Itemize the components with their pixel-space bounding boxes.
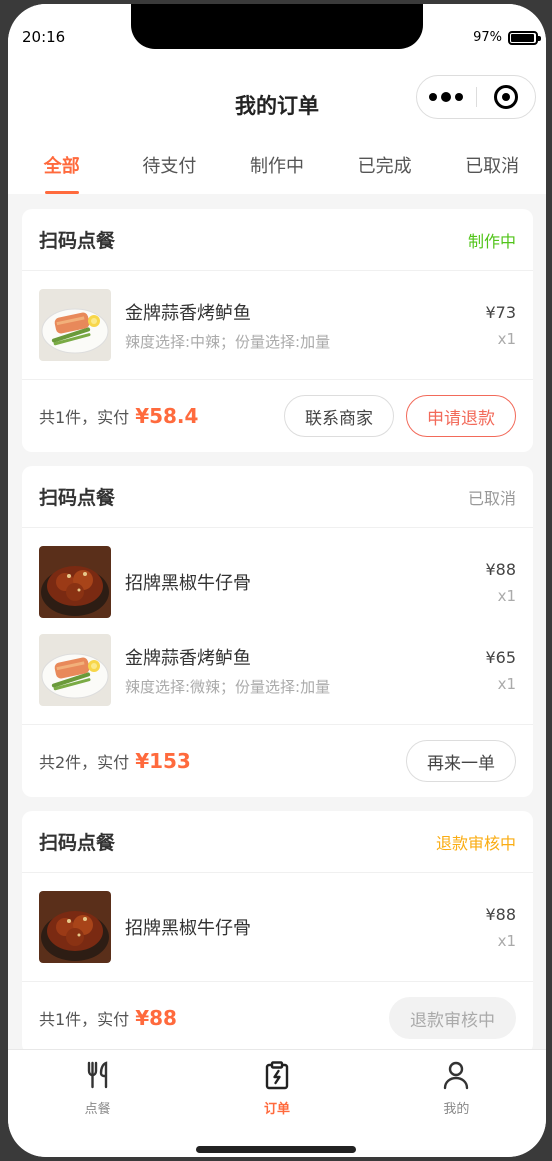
order-card-footer: 共1件，实付 ¥88 退款审核中 xyxy=(22,982,533,1054)
order-item: 金牌蒜香烤鲈鱼 辣度选择:微辣；份量选择:加量 ¥65 x1 xyxy=(39,626,516,714)
order-items[interactable]: 招牌黑椒牛仔骨 ¥88 x1 xyxy=(22,873,533,982)
order-actions: 再来一单 xyxy=(406,740,516,782)
refund-pending-button: 退款审核中 xyxy=(389,997,516,1039)
item-info: 招牌黑椒牛仔骨 xyxy=(111,569,485,595)
order-item: 招牌黑椒牛仔骨 ¥88 x1 xyxy=(39,538,516,626)
order-actions: 退款审核中 xyxy=(389,997,516,1039)
item-spec: 辣度选择:中辣；份量选择:加量 xyxy=(125,332,331,351)
order-card: 扫码点餐 已取消 招牌黑椒牛仔骨 ¥88 x1 金牌蒜香烤鲈鱼 辣度选择:微辣；份量选择:加… xyxy=(22,466,533,797)
order-card-header: 扫码点餐 已取消 xyxy=(22,466,533,528)
tab-0[interactable]: 全部 xyxy=(8,136,116,194)
order-items[interactable]: 金牌蒜香烤鲈鱼 辣度选择:中辣；份量选择:加量 ¥73 x1 xyxy=(22,271,533,380)
order-item: 金牌蒜香烤鲈鱼 辣度选择:中辣；份量选择:加量 ¥73 x1 xyxy=(39,281,516,369)
item-price-block: ¥73 x1 xyxy=(485,303,516,348)
order-card-header: 扫码点餐 退款审核中 xyxy=(22,811,533,873)
beef-rib-dish-image xyxy=(39,546,111,618)
more-menu-icon[interactable] xyxy=(417,92,476,102)
bottom-tab-bar: 点餐 订单 我的 xyxy=(8,1049,546,1157)
item-price-block: ¥88 x1 xyxy=(485,905,516,950)
tab-3[interactable]: 已完成 xyxy=(331,136,439,194)
order-source-title: 扫码点餐 xyxy=(39,832,116,854)
item-quantity: x1 xyxy=(497,586,516,605)
user-icon xyxy=(441,1060,471,1098)
order-summary: 共2件，实付 ¥153 xyxy=(39,749,191,773)
order-item: 招牌黑椒牛仔骨 ¥88 x1 xyxy=(39,883,516,971)
order-status-badge: 已取消 xyxy=(467,488,516,508)
request-refund-button[interactable]: 申请退款 xyxy=(406,395,516,437)
item-name: 金牌蒜香烤鲈鱼 xyxy=(125,647,251,669)
nav-bar: 我的订单 xyxy=(8,70,546,136)
device-notch xyxy=(131,4,423,49)
item-spec: 辣度选择:微辣；份量选择:加量 xyxy=(125,677,331,696)
order-card: 扫码点餐 制作中 金牌蒜香烤鲈鱼 辣度选择:中辣；份量选择:加量 ¥73 x1 共1件，实付… xyxy=(22,209,533,452)
item-name: 招牌黑椒牛仔骨 xyxy=(125,573,251,594)
order-status-badge: 退款审核中 xyxy=(435,833,516,853)
item-price: ¥88 xyxy=(485,904,516,924)
order-card-header: 扫码点餐 制作中 xyxy=(22,209,533,271)
item-info: 招牌黑椒牛仔骨 xyxy=(111,914,485,940)
tab-1[interactable]: 待支付 xyxy=(116,136,224,194)
close-mini-program-button[interactable] xyxy=(476,85,535,109)
battery-icon xyxy=(508,30,541,45)
item-price-block: ¥65 x1 xyxy=(485,648,516,693)
fish-dish-image xyxy=(39,289,111,361)
tabbar-orders[interactable]: 订单 xyxy=(187,1050,366,1157)
order-card-footer: 共2件，实付 ¥153 再来一单 xyxy=(22,725,533,797)
order-items[interactable]: 招牌黑椒牛仔骨 ¥88 x1 金牌蒜香烤鲈鱼 辣度选择:微辣；份量选择:加量 ¥65 x1 xyxy=(22,528,533,725)
phone-screen: 20:16 97% 我的订单 全部 待支付 制作中 已完成 已取消 扫码点餐 制作中 金牌蒜… xyxy=(8,4,546,1157)
order-filter-tabs: 全部 待支付 制作中 已完成 已取消 xyxy=(8,136,546,194)
mini-program-capsule xyxy=(416,75,536,119)
order-source-title: 扫码点餐 xyxy=(39,487,116,509)
item-name: 金牌蒜香烤鲈鱼 xyxy=(125,302,251,324)
order-card-footer: 共1件，实付 ¥58.4 联系商家 申请退款 xyxy=(22,380,533,452)
item-price: ¥73 xyxy=(485,302,516,322)
tabbar-label: 订单 xyxy=(263,1102,290,1117)
tabbar-order-food[interactable]: 点餐 xyxy=(8,1050,187,1157)
reorder-button[interactable]: 再来一单 xyxy=(406,740,516,782)
target-circle-icon xyxy=(493,85,518,109)
item-price-block: ¥88 x1 xyxy=(485,560,516,605)
order-summary-text: 共1件，实付 xyxy=(39,408,130,427)
item-quantity: x1 xyxy=(497,329,516,348)
tabbar-label: 点餐 xyxy=(84,1102,111,1117)
item-info: 金牌蒜香烤鲈鱼辣度选择:中辣；份量选择:加量 xyxy=(111,299,485,352)
battery-percent: 97% xyxy=(473,30,502,45)
order-summary-text: 共1件，实付 xyxy=(39,1010,130,1029)
item-price: ¥88 xyxy=(485,559,516,579)
item-info: 金牌蒜香烤鲈鱼辣度选择:微辣；份量选择:加量 xyxy=(111,644,485,697)
order-source-title: 扫码点餐 xyxy=(39,230,116,252)
order-summary: 共1件，实付 ¥88 xyxy=(39,1006,177,1030)
tab-4[interactable]: 已取消 xyxy=(438,136,546,194)
order-paid-amount: ¥58.4 xyxy=(135,404,199,428)
order-paid-amount: ¥88 xyxy=(135,1006,177,1030)
order-paid-amount: ¥153 xyxy=(135,749,191,773)
order-clipboard-icon xyxy=(262,1060,292,1098)
item-quantity: x1 xyxy=(497,674,516,693)
item-name: 招牌黑椒牛仔骨 xyxy=(125,918,251,939)
tabbar-label: 我的 xyxy=(443,1102,470,1117)
beef-rib-dish-image xyxy=(39,891,111,963)
item-quantity: x1 xyxy=(497,931,516,950)
order-list: 扫码点餐 制作中 金牌蒜香烤鲈鱼 辣度选择:中辣；份量选择:加量 ¥73 x1 共1件，实付… xyxy=(22,209,533,1068)
home-indicator xyxy=(196,1146,356,1153)
order-summary-text: 共2件，实付 xyxy=(39,753,130,772)
contact-merchant-button[interactable]: 联系商家 xyxy=(284,395,394,437)
tabbar-mine[interactable]: 我的 xyxy=(367,1050,546,1157)
fork-knife-icon xyxy=(83,1060,113,1098)
order-status-badge: 制作中 xyxy=(467,231,516,251)
order-card: 扫码点餐 退款审核中 招牌黑椒牛仔骨 ¥88 x1 共1件，实付 ¥88 退款审核中 xyxy=(22,811,533,1054)
tab-2[interactable]: 制作中 xyxy=(223,136,331,194)
item-price: ¥65 xyxy=(485,647,516,667)
order-summary: 共1件，实付 ¥58.4 xyxy=(39,404,198,428)
fish-dish-image xyxy=(39,634,111,706)
status-time: 20:16 xyxy=(22,28,66,46)
battery-indicator: 97% xyxy=(473,30,541,45)
order-actions: 联系商家 申请退款 xyxy=(284,395,516,437)
